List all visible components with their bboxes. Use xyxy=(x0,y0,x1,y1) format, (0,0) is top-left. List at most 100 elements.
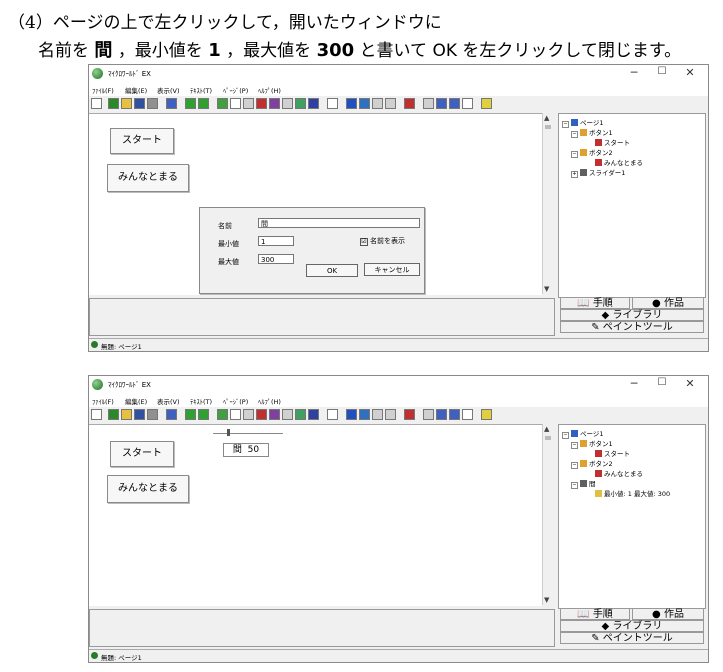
forward-arrow-icon[interactable] xyxy=(198,98,209,109)
copy-icon[interactable] xyxy=(436,98,447,109)
menu-page[interactable]: ﾍﾟｰｼﾞ(P) xyxy=(223,396,248,406)
stop-icon[interactable] xyxy=(404,409,415,420)
paste-icon[interactable] xyxy=(449,409,460,420)
collapse-icon[interactable]: − xyxy=(571,482,578,489)
pointer-tool-icon[interactable] xyxy=(91,98,102,109)
back-arrow-icon[interactable] xyxy=(185,409,196,420)
menu-view[interactable]: 表示(V) xyxy=(157,396,180,406)
music-icon[interactable] xyxy=(269,409,280,420)
canvas-scrollbar[interactable]: ▲ ▼ xyxy=(542,424,553,605)
start-button[interactable]: スタート xyxy=(110,441,174,467)
tree-item-together[interactable]: みんなとまる xyxy=(595,468,643,478)
tab-paint[interactable]: ✎ ペイントツール xyxy=(560,321,704,333)
max-field[interactable]: 300 xyxy=(258,254,294,264)
scroll-up-icon[interactable]: ▲ xyxy=(544,425,549,433)
scroll-thumb[interactable] xyxy=(545,125,551,129)
print-icon[interactable] xyxy=(147,409,158,420)
menu-help[interactable]: ﾍﾙﾌﾟ(H) xyxy=(258,85,281,95)
close-button[interactable]: ✕ xyxy=(680,377,700,390)
close-button[interactable]: ✕ xyxy=(680,66,700,79)
menu-file[interactable]: ﾌｧｲﾙ(F) xyxy=(92,396,114,406)
character-icon[interactable] xyxy=(217,98,228,109)
tree-item-together[interactable]: みんなとまる xyxy=(595,157,643,167)
open-folder-icon[interactable] xyxy=(121,409,132,420)
character-icon[interactable] xyxy=(217,409,228,420)
collapse-icon[interactable]: − xyxy=(571,131,578,138)
collapse-icon[interactable]: − xyxy=(571,442,578,449)
eye-icon[interactable] xyxy=(256,98,267,109)
tab-works[interactable]: ● 作品 xyxy=(632,297,704,309)
line-tool-icon[interactable] xyxy=(243,98,254,109)
scroll-down-icon[interactable]: ▼ xyxy=(544,285,549,293)
collapse-icon[interactable]: − xyxy=(571,462,578,469)
text-tool-icon[interactable] xyxy=(230,409,241,420)
zoom-in-icon[interactable] xyxy=(372,98,383,109)
tree-icon[interactable] xyxy=(295,409,306,420)
ok-button[interactable]: OK xyxy=(306,264,358,277)
scroll-up-icon[interactable]: ▲ xyxy=(544,114,549,122)
text-tool-icon[interactable] xyxy=(230,98,241,109)
minimize-button[interactable]: ─ xyxy=(624,66,644,79)
page-canvas[interactable]: スタート みんなとまる 名前 間 最小値 1 最大値 300 ☑ 名前を表示 OK… xyxy=(89,113,542,295)
tab-works[interactable]: ● 作品 xyxy=(632,608,704,620)
menu-file[interactable]: ﾌｧｲﾙ(F) xyxy=(92,85,114,95)
back-arrow-icon[interactable] xyxy=(185,98,196,109)
name-field[interactable]: 間 xyxy=(258,218,420,228)
menu-view[interactable]: 表示(V) xyxy=(157,85,180,95)
page-canvas[interactable]: スタート みんなとまる 間 50 xyxy=(89,424,542,606)
menu-text[interactable]: ﾃｷｽﾄ(T) xyxy=(190,85,212,95)
open-folder-icon[interactable] xyxy=(121,98,132,109)
menu-page[interactable]: ﾍﾟｰｼﾞ(P) xyxy=(223,85,248,95)
maximize-button[interactable]: ☐ xyxy=(652,377,672,388)
person-icon[interactable] xyxy=(359,409,370,420)
zoom-out-icon[interactable] xyxy=(385,409,396,420)
globe-icon[interactable] xyxy=(108,98,119,109)
line-tool-icon[interactable] xyxy=(243,409,254,420)
help-icon[interactable] xyxy=(481,409,492,420)
view-icon[interactable] xyxy=(346,98,357,109)
cancel-button[interactable]: キャンセル xyxy=(364,263,420,276)
together-button[interactable]: みんなとまる xyxy=(107,164,189,192)
eye-icon[interactable] xyxy=(256,409,267,420)
list-icon[interactable] xyxy=(166,98,177,109)
cut-icon[interactable] xyxy=(423,409,434,420)
title-bar[interactable]: ﾏｲｸﾛﾜｰﾙﾄﾞ EX ─ ☐ ✕ xyxy=(89,376,708,394)
tree-item-range[interactable]: 最小値: 1 最大値: 300 xyxy=(595,488,670,498)
pointer-tool-icon[interactable] xyxy=(91,409,102,420)
globe-icon[interactable] xyxy=(108,409,119,420)
list-icon[interactable] xyxy=(166,409,177,420)
title-bar[interactable]: ﾏｲｸﾛﾜｰﾙﾄﾞ EX ─ ☐ ✕ xyxy=(89,65,708,83)
stop-icon[interactable] xyxy=(404,98,415,109)
collapse-icon[interactable]: − xyxy=(562,432,569,439)
menu-edit[interactable]: 編集(E) xyxy=(125,396,147,406)
zoom-in-icon[interactable] xyxy=(372,409,383,420)
tree-icon[interactable] xyxy=(295,98,306,109)
collapse-icon[interactable]: − xyxy=(571,151,578,158)
min-field[interactable]: 1 xyxy=(258,236,294,246)
menu-edit[interactable]: 編集(E) xyxy=(125,85,147,95)
print-icon[interactable] xyxy=(147,98,158,109)
collapse-icon[interactable]: − xyxy=(562,121,569,128)
canvas-scrollbar[interactable]: ▲ ▼ xyxy=(542,113,553,294)
scroll-thumb[interactable] xyxy=(545,436,551,440)
tab-procedure[interactable]: 📖 手順 xyxy=(560,608,630,620)
tab-library[interactable]: ◆ ライブラリ xyxy=(560,620,704,632)
zoom-out-icon[interactable] xyxy=(385,98,396,109)
forward-arrow-icon[interactable] xyxy=(198,409,209,420)
menu-help[interactable]: ﾍﾙﾌﾟ(H) xyxy=(258,396,281,406)
person-icon[interactable] xyxy=(359,98,370,109)
undo-icon[interactable] xyxy=(462,98,473,109)
pen-icon[interactable] xyxy=(282,98,293,109)
together-button[interactable]: みんなとまる xyxy=(107,475,189,503)
cut-icon[interactable] xyxy=(423,98,434,109)
minimize-button[interactable]: ─ xyxy=(624,377,644,390)
arrow-cursor-icon[interactable] xyxy=(327,98,338,109)
paste-icon[interactable] xyxy=(449,98,460,109)
tree-item-start[interactable]: スタート xyxy=(595,137,630,147)
menu-text[interactable]: ﾃｷｽﾄ(T) xyxy=(190,396,212,406)
earth-icon[interactable] xyxy=(308,98,319,109)
tree-item-slider[interactable]: + スライダー1 xyxy=(571,167,625,178)
tree-item-start[interactable]: スタート xyxy=(595,448,630,458)
undo-icon[interactable] xyxy=(462,409,473,420)
arrow-cursor-icon[interactable] xyxy=(327,409,338,420)
